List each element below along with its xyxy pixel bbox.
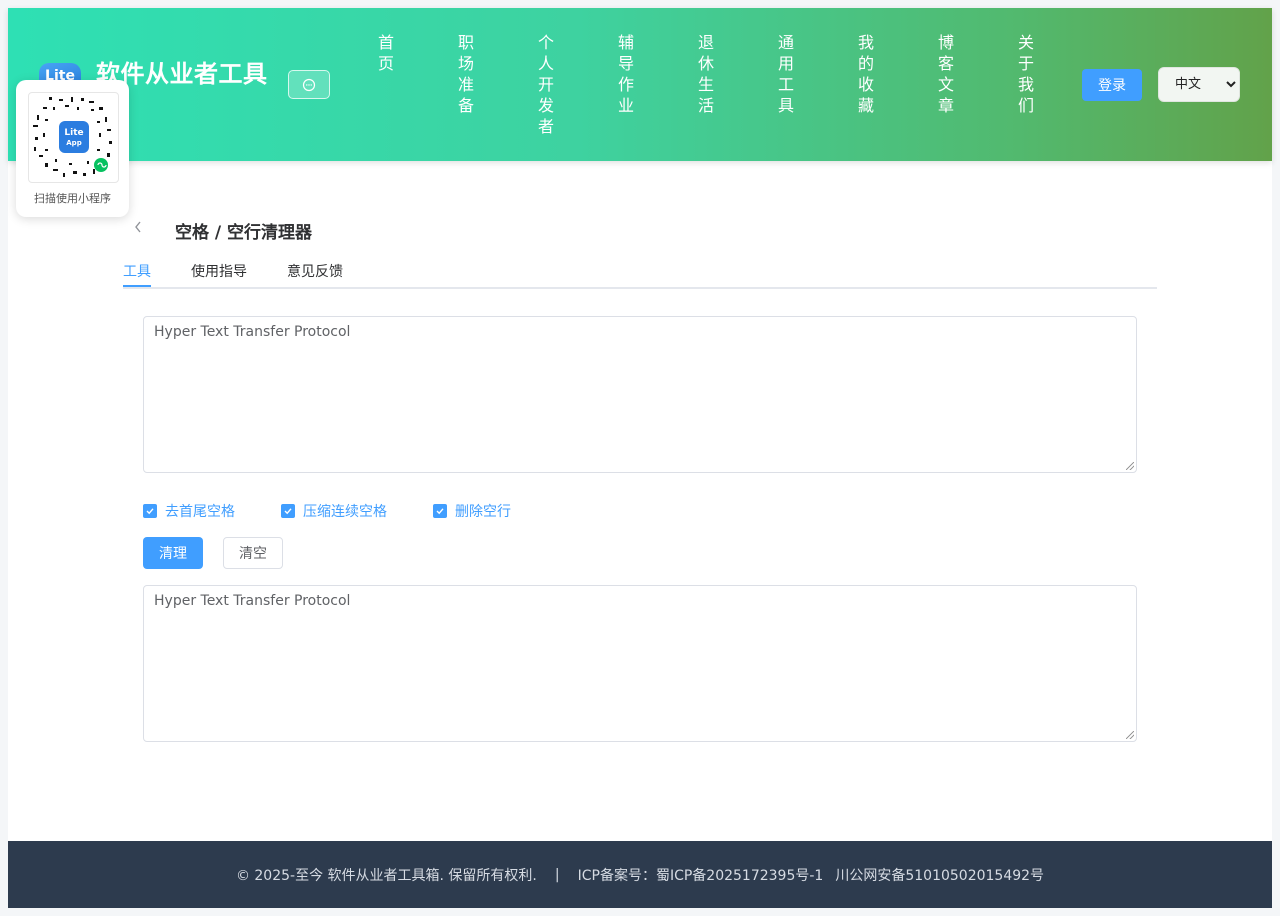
footer-copyright: © 2025-至今 软件从业者工具箱. 保留所有权利. (235, 867, 537, 884)
clear-button[interactable]: 清空 (223, 537, 283, 569)
qr-code-icon: Lite App (33, 97, 112, 177)
output-textarea[interactable]: Hyper Text Transfer Protocol (143, 585, 1137, 742)
nav-item-home[interactable]: 首页 (377, 32, 395, 74)
nav-item-blog[interactable]: 博客文章 (937, 32, 955, 116)
checkbox-collapse-spaces[interactable]: 压缩连续空格 (281, 501, 387, 521)
qr-badge-line2: App (66, 139, 81, 147)
checkbox-trim-label: 去首尾空格 (165, 504, 235, 520)
checkmark-icon (143, 504, 157, 518)
nav-item-retirement[interactable]: 退休生活 (697, 32, 715, 116)
tab-feedback[interactable]: 意见反馈 (287, 261, 343, 281)
nav-item-general-tools[interactable]: 通用工具 (777, 32, 795, 116)
login-button[interactable]: 登录 (1082, 69, 1142, 101)
qr-caption: 扫描使用小程序 (34, 192, 111, 205)
checkbox-remove-empty-lines-label: 删除空行 (455, 504, 511, 520)
nav-item-favorites[interactable]: 我的收藏 (857, 32, 875, 116)
miniprogram-qr-card: Lite App 扫描使用小程序 (16, 80, 129, 217)
checkmark-icon (433, 504, 447, 518)
back-chevron-icon[interactable] (133, 220, 147, 238)
tool-panel: Hyper Text Transfer Protocol 去首尾空格 压缩连续空… (123, 296, 1157, 766)
nav-item-homework[interactable]: 辅导作业 (617, 32, 635, 116)
footer-icp-link[interactable]: ICP备案号：蜀ICP备2025172395号-1 (578, 865, 824, 885)
site-header: Lite 软件从业者工具 首页 职场准备 个人开发者 辅导作业 退休生活 通用工… (8, 8, 1272, 161)
output-text: Hyper Text Transfer Protocol (154, 593, 351, 609)
checkbox-remove-empty-lines[interactable]: 删除空行 (433, 501, 511, 521)
nav-item-career[interactable]: 职场准备 (457, 32, 475, 116)
checkmark-icon (281, 504, 295, 518)
nav-item-about[interactable]: 关于我们 (1017, 32, 1035, 116)
nav-item-indie-dev[interactable]: 个人开发者 (537, 32, 555, 137)
clean-button[interactable]: 清理 (143, 537, 203, 569)
qr-badge-line1: Lite (64, 128, 83, 138)
page-title: 空格 / 空行清理器 (175, 223, 313, 243)
site-footer: © 2025-至今 软件从业者工具箱. 保留所有权利. | ICP备案号：蜀IC… (8, 841, 1272, 908)
chat-button[interactable] (288, 70, 330, 99)
checkbox-collapse-spaces-label: 压缩连续空格 (303, 504, 387, 520)
input-textarea[interactable]: Hyper Text Transfer Protocol (143, 316, 1137, 473)
qr-code-image: Lite App (28, 92, 119, 183)
checkbox-trim[interactable]: 去首尾空格 (143, 501, 235, 521)
footer-police-link[interactable]: 川公网安备51010502015492号 (835, 865, 1044, 885)
footer-separator: | (554, 866, 560, 883)
resize-grip-icon[interactable] (1126, 462, 1134, 470)
tab-active-indicator (123, 285, 151, 287)
input-text: Hyper Text Transfer Protocol (154, 324, 351, 340)
tab-tool[interactable]: 工具 (123, 261, 151, 281)
resize-grip-icon[interactable] (1126, 731, 1134, 739)
language-select[interactable]: 中文 (1158, 67, 1240, 102)
page-frame: Lite 软件从业者工具 首页 职场准备 个人开发者 辅导作业 退休生活 通用工… (8, 8, 1272, 908)
tab-guide[interactable]: 使用指导 (191, 261, 247, 281)
tab-bar: 工具 使用指导 意见反馈 (123, 254, 1157, 289)
chat-bubble-icon (302, 78, 316, 91)
